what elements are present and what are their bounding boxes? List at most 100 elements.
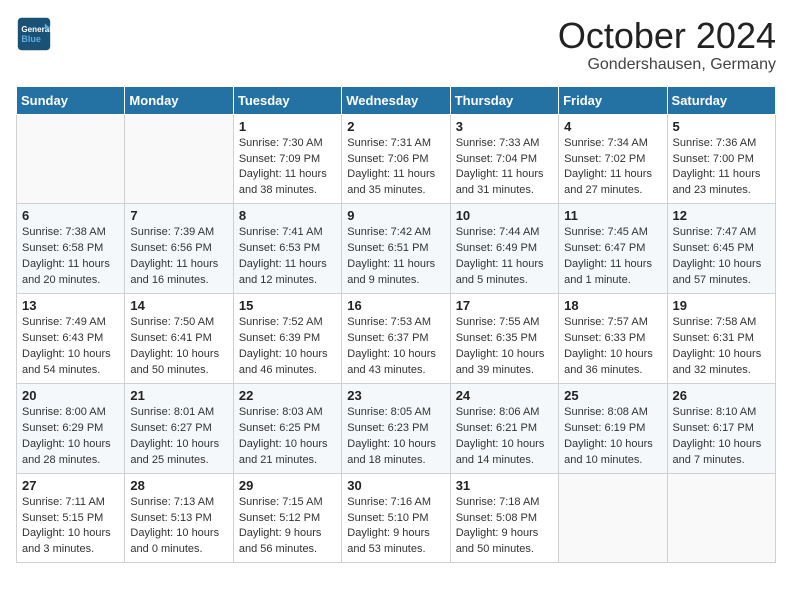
svg-text:Blue: Blue [21, 34, 41, 44]
day-info: Sunrise: 7:58 AM Sunset: 6:31 PM Dayligh… [673, 315, 770, 379]
day-info: Sunrise: 7:30 AM Sunset: 7:09 PM Dayligh… [239, 136, 336, 200]
calendar-cell: 21 Sunrise: 8:01 AM Sunset: 6:27 PM Dayli… [125, 383, 233, 473]
day-info: Sunrise: 7:52 AM Sunset: 6:39 PM Dayligh… [239, 315, 336, 379]
day-number: 8 [239, 208, 336, 223]
day-info: Sunrise: 7:55 AM Sunset: 6:35 PM Dayligh… [456, 315, 553, 379]
day-of-week-header: Sunday [17, 86, 125, 114]
day-info: Sunrise: 7:36 AM Sunset: 7:00 PM Dayligh… [673, 136, 770, 200]
calendar-cell: 14Sunrise: 7:50 AM Sunset: 6:41 PM Dayli… [125, 294, 233, 384]
day-number: 14 [130, 298, 227, 313]
day-of-week-header: Saturday [667, 86, 775, 114]
day-number: 4 [564, 119, 661, 134]
calendar-cell [17, 114, 125, 204]
day-info: Sunrise: 7:41 AM Sunset: 6:53 PM Dayligh… [239, 225, 336, 289]
calendar-cell: 12 Sunrise: 7:47 AM Sunset: 6:45 PM Dayli… [667, 204, 775, 294]
day-info: Sunrise: 7:39 AM Sunset: 6:56 PM Dayligh… [130, 225, 227, 289]
day-number: 20 [22, 388, 119, 403]
day-number: 2 [347, 119, 444, 134]
calendar-cell: 15Sunrise: 7:52 AM Sunset: 6:39 PM Dayli… [233, 294, 341, 384]
calendar-cell: 24 Sunrise: 8:06 AM Sunset: 6:21 PM Dayli… [450, 383, 558, 473]
calendar-cell: 20 Sunrise: 8:00 AM Sunset: 6:29 PM Dayli… [17, 383, 125, 473]
day-info: Sunrise: 8:01 AM Sunset: 6:27 PM Dayligh… [130, 405, 227, 469]
calendar-cell: 19 Sunrise: 7:58 AM Sunset: 6:31 PM Dayli… [667, 294, 775, 384]
month-title: October 2024 [558, 16, 776, 56]
day-number: 16 [347, 298, 444, 313]
day-info: Sunrise: 7:16 AM Sunset: 5:10 PM Dayligh… [347, 495, 444, 559]
day-number: 24 [456, 388, 553, 403]
calendar-week-row: 27 Sunrise: 7:11 AM Sunset: 5:15 PM Dayli… [17, 473, 776, 563]
calendar-cell: 28 Sunrise: 7:13 AM Sunset: 5:13 PM Dayli… [125, 473, 233, 563]
calendar-header-row: SundayMondayTuesdayWednesdayThursdayFrid… [17, 86, 776, 114]
day-of-week-header: Tuesday [233, 86, 341, 114]
calendar-cell: 25 Sunrise: 8:08 AM Sunset: 6:19 PM Dayli… [559, 383, 667, 473]
day-number: 17 [456, 298, 553, 313]
calendar-cell: 29 Sunrise: 7:15 AM Sunset: 5:12 PM Dayli… [233, 473, 341, 563]
day-number: 10 [456, 208, 553, 223]
day-number: 19 [673, 298, 770, 313]
day-info: Sunrise: 7:13 AM Sunset: 5:13 PM Dayligh… [130, 495, 227, 559]
day-number: 6 [22, 208, 119, 223]
day-number: 5 [673, 119, 770, 134]
calendar-cell: 18Sunrise: 7:57 AM Sunset: 6:33 PM Dayli… [559, 294, 667, 384]
calendar-cell: 6 Sunrise: 7:38 AM Sunset: 6:58 PM Daylig… [17, 204, 125, 294]
calendar-table: SundayMondayTuesdayWednesdayThursdayFrid… [16, 86, 776, 564]
day-number: 18 [564, 298, 661, 313]
day-number: 13 [22, 298, 119, 313]
calendar-cell [559, 473, 667, 563]
day-info: Sunrise: 7:34 AM Sunset: 7:02 PM Dayligh… [564, 136, 661, 200]
calendar-cell: 22Sunrise: 8:03 AM Sunset: 6:25 PM Dayli… [233, 383, 341, 473]
page-header: General Blue October 2024 Gondershausen,… [16, 16, 776, 74]
calendar-cell: 31Sunrise: 7:18 AM Sunset: 5:08 PM Dayli… [450, 473, 558, 563]
day-info: Sunrise: 7:42 AM Sunset: 6:51 PM Dayligh… [347, 225, 444, 289]
calendar-week-row: 20 Sunrise: 8:00 AM Sunset: 6:29 PM Dayli… [17, 383, 776, 473]
day-info: Sunrise: 7:11 AM Sunset: 5:15 PM Dayligh… [22, 495, 119, 559]
calendar-week-row: 1 Sunrise: 7:30 AM Sunset: 7:09 PM Daylig… [17, 114, 776, 204]
day-number: 9 [347, 208, 444, 223]
calendar-cell: 9 Sunrise: 7:42 AM Sunset: 6:51 PM Daylig… [342, 204, 450, 294]
day-number: 28 [130, 478, 227, 493]
calendar-cell: 26Sunrise: 8:10 AM Sunset: 6:17 PM Dayli… [667, 383, 775, 473]
day-of-week-header: Friday [559, 86, 667, 114]
day-number: 21 [130, 388, 227, 403]
day-info: Sunrise: 7:53 AM Sunset: 6:37 PM Dayligh… [347, 315, 444, 379]
day-number: 3 [456, 119, 553, 134]
day-info: Sunrise: 8:06 AM Sunset: 6:21 PM Dayligh… [456, 405, 553, 469]
day-info: Sunrise: 7:47 AM Sunset: 6:45 PM Dayligh… [673, 225, 770, 289]
day-info: Sunrise: 7:38 AM Sunset: 6:58 PM Dayligh… [22, 225, 119, 289]
day-info: Sunrise: 8:00 AM Sunset: 6:29 PM Dayligh… [22, 405, 119, 469]
calendar-week-row: 13 Sunrise: 7:49 AM Sunset: 6:43 PM Dayli… [17, 294, 776, 384]
day-info: Sunrise: 7:45 AM Sunset: 6:47 PM Dayligh… [564, 225, 661, 289]
day-info: Sunrise: 7:49 AM Sunset: 6:43 PM Dayligh… [22, 315, 119, 379]
day-info: Sunrise: 7:18 AM Sunset: 5:08 PM Dayligh… [456, 495, 553, 559]
calendar-cell [667, 473, 775, 563]
day-number: 26 [673, 388, 770, 403]
day-number: 23 [347, 388, 444, 403]
calendar-cell [125, 114, 233, 204]
calendar-cell: 7 Sunrise: 7:39 AM Sunset: 6:56 PM Daylig… [125, 204, 233, 294]
day-of-week-header: Monday [125, 86, 233, 114]
day-info: Sunrise: 7:31 AM Sunset: 7:06 PM Dayligh… [347, 136, 444, 200]
calendar-cell: 17 Sunrise: 7:55 AM Sunset: 6:35 PM Dayli… [450, 294, 558, 384]
day-number: 12 [673, 208, 770, 223]
calendar-cell: 4 Sunrise: 7:34 AM Sunset: 7:02 PM Daylig… [559, 114, 667, 204]
title-block: October 2024 Gondershausen, Germany [558, 16, 776, 74]
calendar-cell: 13 Sunrise: 7:49 AM Sunset: 6:43 PM Dayli… [17, 294, 125, 384]
day-info: Sunrise: 8:08 AM Sunset: 6:19 PM Dayligh… [564, 405, 661, 469]
day-number: 29 [239, 478, 336, 493]
calendar-cell: 2 Sunrise: 7:31 AM Sunset: 7:06 PM Daylig… [342, 114, 450, 204]
calendar-cell: 27 Sunrise: 7:11 AM Sunset: 5:15 PM Dayli… [17, 473, 125, 563]
day-number: 1 [239, 119, 336, 134]
calendar-cell: 3 Sunrise: 7:33 AM Sunset: 7:04 PM Daylig… [450, 114, 558, 204]
calendar-week-row: 6 Sunrise: 7:38 AM Sunset: 6:58 PM Daylig… [17, 204, 776, 294]
day-of-week-header: Thursday [450, 86, 558, 114]
location: Gondershausen, Germany [558, 56, 776, 74]
calendar-cell: 1 Sunrise: 7:30 AM Sunset: 7:09 PM Daylig… [233, 114, 341, 204]
day-number: 7 [130, 208, 227, 223]
day-info: Sunrise: 7:15 AM Sunset: 5:12 PM Dayligh… [239, 495, 336, 559]
day-number: 11 [564, 208, 661, 223]
day-info: Sunrise: 7:33 AM Sunset: 7:04 PM Dayligh… [456, 136, 553, 200]
logo-icon: General Blue [16, 16, 52, 52]
calendar-cell: 16 Sunrise: 7:53 AM Sunset: 6:37 PM Dayli… [342, 294, 450, 384]
day-number: 25 [564, 388, 661, 403]
day-number: 27 [22, 478, 119, 493]
